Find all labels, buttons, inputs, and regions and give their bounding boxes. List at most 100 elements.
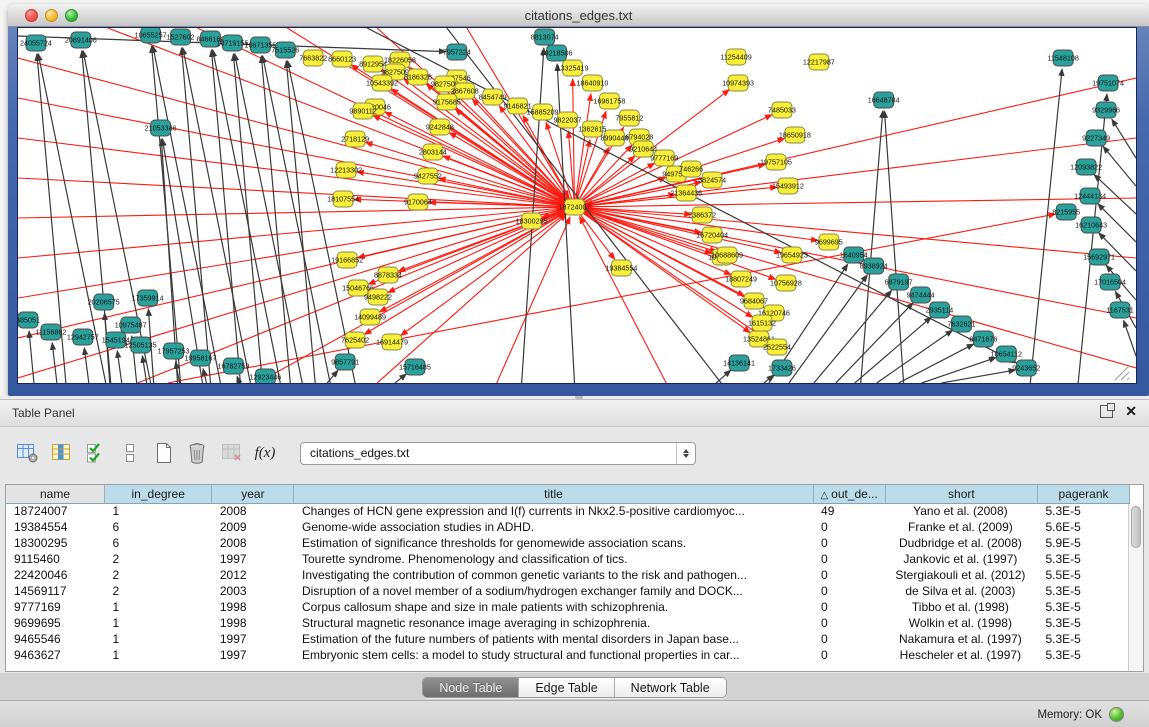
graph-node[interactable]: 12093822 [1070, 159, 1102, 175]
graph-edge[interactable] [183, 48, 251, 383]
graph-node[interactable]: 19654923 [776, 247, 808, 263]
graph-node[interactable]: 8454749 [479, 89, 507, 105]
graph-node[interactable]: 20206575 [88, 294, 120, 310]
column-header-short[interactable]: short [885, 485, 1037, 503]
graph-node[interactable]: 15692971 [1083, 249, 1115, 265]
graph-node[interactable]: 9777169 [650, 150, 678, 166]
graph-edge[interactable] [575, 94, 591, 207]
select-all-button[interactable] [82, 440, 110, 466]
graph-node[interactable]: 3824574 [698, 172, 726, 188]
graph-node[interactable]: 12444134 [1074, 188, 1106, 204]
close-panel-icon[interactable]: ✕ [1125, 405, 1137, 418]
tab-network-table[interactable]: Network Table [615, 678, 726, 697]
table-row[interactable]: 911546021997Tourette syndrome. Phenomeno… [6, 551, 1130, 567]
graph-edge[interactable] [84, 348, 89, 383]
graph-node[interactable]: 16914479 [376, 334, 408, 350]
graph-node[interactable]: 19218506 [541, 45, 573, 61]
graph-node[interactable]: 13325419 [557, 60, 589, 76]
graph-node[interactable]: 8813074 [531, 29, 559, 45]
graph-edge[interactable] [401, 207, 575, 335]
graph-node[interactable]: 385051 [18, 312, 40, 328]
graph-node[interactable]: 7663822 [299, 50, 327, 66]
graph-edge[interactable] [18, 210, 564, 338]
graph-node[interactable]: 2935114 [926, 302, 953, 318]
graph-node[interactable]: 9890112 [349, 103, 376, 119]
graph-node[interactable]: 18650918 [779, 127, 811, 143]
graph-node[interactable]: 21053346 [145, 120, 177, 136]
graph-node[interactable]: 12942757 [67, 329, 99, 345]
graph-edge[interactable] [585, 78, 1136, 205]
column-header-out_de[interactable]: △out_de... [813, 485, 885, 503]
graph-node[interactable]: 18640910 [576, 75, 608, 91]
graph-node[interactable]: 18107554 [327, 191, 359, 207]
scrollbar-thumb[interactable] [1131, 506, 1141, 548]
graph-node[interactable]: 16210643 [1075, 217, 1107, 233]
graph-edge[interactable] [585, 198, 1136, 207]
graph-edge[interactable] [716, 370, 731, 383]
table-row[interactable]: 946362711997Embryonic stem cells: a mode… [6, 647, 1130, 663]
graph-node[interactable]: 8215955 [1052, 204, 1080, 220]
delete-table-button[interactable] [218, 440, 246, 466]
function-builder-button[interactable]: f(x) [252, 440, 280, 466]
graph-node[interactable]: 16782759 [217, 358, 249, 374]
graph-node[interactable]: 10974393 [722, 75, 754, 91]
graph-edge[interactable] [1103, 146, 1136, 186]
graph-node[interactable]: 9699695 [815, 234, 843, 250]
float-panel-icon[interactable] [1100, 405, 1113, 418]
graph-node[interactable]: 7485033 [768, 102, 796, 118]
table-row[interactable]: 1456911722003Disruption of a novel membe… [6, 583, 1130, 599]
graph-node[interactable]: 9243652 [1012, 360, 1040, 376]
clear-selection-button[interactable] [116, 440, 144, 466]
graph-node[interactable]: 9227349 [1082, 130, 1110, 146]
table-row[interactable]: 2242004622012Investigating the contribut… [6, 567, 1130, 583]
graph-node[interactable]: 11254409 [720, 49, 751, 65]
graph-node[interactable]: 8186328 [404, 69, 432, 85]
graph-node[interactable]: 2803144 [419, 144, 447, 160]
graph-node[interactable]: 7632621 [947, 316, 975, 332]
graph-node[interactable]: 12923446 [249, 369, 281, 383]
graph-edge[interactable] [211, 50, 240, 383]
graph-edge[interactable] [213, 50, 281, 383]
graph-node[interactable]: 2718129 [341, 131, 369, 147]
table-selector-dropdown[interactable]: citations_edges.txt [300, 442, 696, 465]
graph-node[interactable]: 9175685 [433, 94, 461, 110]
graph-node[interactable]: 19384554 [605, 260, 637, 276]
tab-edge-table[interactable]: Edge Table [519, 678, 614, 697]
graph-node[interactable]: 7386372 [688, 207, 716, 223]
graph-node[interactable]: 19751074 [1092, 75, 1124, 91]
graph-edge[interactable] [233, 54, 262, 383]
memory-ok-indicator-icon[interactable] [1109, 707, 1124, 722]
delete-column-button[interactable] [184, 440, 212, 466]
graph-node[interactable]: 7515526 [271, 42, 299, 58]
graph-node[interactable]: 9498222 [364, 289, 392, 305]
graph-node[interactable]: 17359914 [132, 290, 164, 306]
canvas-resize-grip[interactable] [1115, 366, 1129, 380]
graph-node[interactable]: 15493912 [772, 178, 804, 194]
graph-node[interactable]: 19757105 [760, 154, 792, 170]
graph-node[interactable]: 9427552 [414, 168, 442, 184]
graph-edge[interactable] [235, 54, 303, 383]
graph-node[interactable]: 7955812 [615, 110, 643, 126]
graph-node[interactable]: 7957224 [443, 44, 471, 60]
graph-edge[interactable] [52, 343, 57, 383]
graph-edge[interactable] [855, 317, 931, 383]
graph-node[interactable]: 8471676 [969, 331, 997, 347]
graph-node[interactable]: 9684067 [740, 293, 768, 309]
graph-edge[interactable] [884, 111, 903, 383]
column-header-name[interactable]: name [6, 485, 105, 503]
graph-node[interactable]: 7625402 [341, 332, 369, 348]
graph-node[interactable]: 10975487 [115, 317, 147, 333]
graph-edge[interactable] [395, 374, 406, 383]
graph-edge[interactable] [286, 61, 315, 383]
graph-node[interactable]: 16648784 [868, 92, 900, 108]
graph-edge[interactable] [18, 208, 564, 258]
graph-edge[interactable] [922, 358, 996, 383]
graph-node[interactable]: 8660123 [328, 51, 356, 67]
graph-node[interactable]: 15716485 [399, 359, 431, 375]
graph-node[interactable]: 19166852 [331, 252, 363, 268]
graph-node[interactable]: 1527602 [167, 29, 195, 45]
tab-node-table[interactable]: Node Table [423, 678, 519, 697]
network-graph[interactable]: 1872400724055724208914061065525715276028… [18, 28, 1136, 383]
graph-edge[interactable] [237, 376, 239, 383]
graph-node[interactable]: 2522554 [763, 339, 791, 355]
